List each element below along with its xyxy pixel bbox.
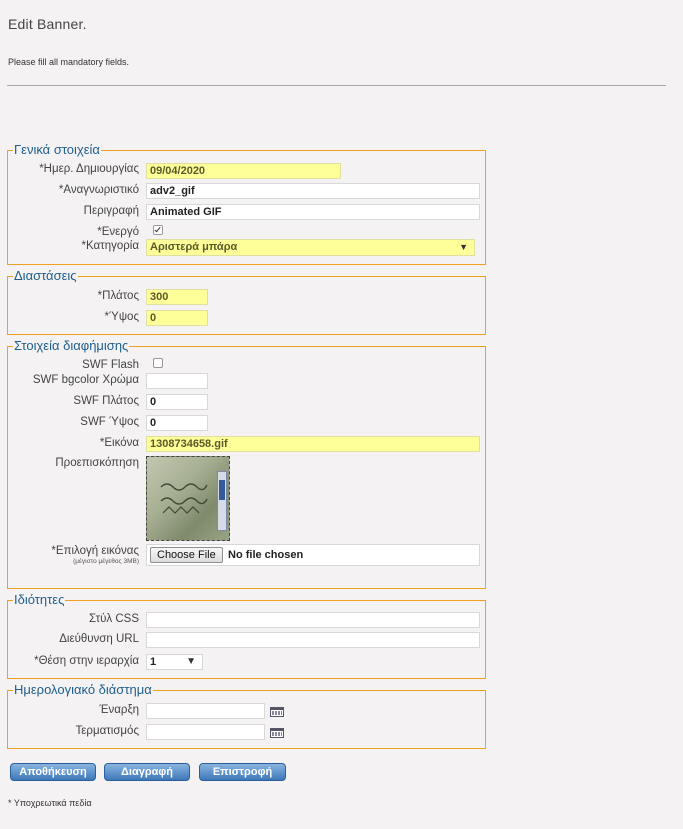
position-select[interactable]: 1 ▼	[146, 654, 203, 670]
end-date-label: Τερματισμός	[75, 725, 139, 737]
active-label: *Ενεργό	[97, 226, 139, 238]
delete-button[interactable]: Διαγραφή	[104, 763, 190, 781]
width-label: *Πλάτος	[97, 290, 139, 302]
banner-preview-image	[146, 456, 230, 541]
calendar-icon[interactable]	[270, 707, 284, 717]
calendar-icon[interactable]	[270, 728, 284, 738]
ad-fieldset: Στοιχεία διαφήμισης SWF Flash SWF bgcolo…	[7, 338, 486, 589]
category-label: *Κατηγορία	[81, 240, 139, 252]
start-date-label: Έναρξη	[99, 704, 139, 716]
mandatory-notice: Please fill all mandatory fields.	[8, 57, 130, 67]
chevron-down-icon: ▼	[186, 656, 196, 667]
chevron-down-icon: ▼	[459, 242, 468, 252]
category-select-value: Αριστερά μπάρα	[150, 241, 238, 253]
swf-height-input[interactable]: 0	[146, 415, 208, 431]
dimensions-fieldset: Διαστάσεις *Πλάτος 300 *Ύψος 0	[7, 268, 486, 335]
swf-flash-checkbox[interactable]	[153, 358, 163, 368]
preview-label: Προεπισκόπηση	[55, 457, 139, 469]
image-field[interactable]: 1308734658.gif	[146, 436, 480, 452]
css-style-input[interactable]	[146, 612, 480, 628]
identifier-label: *Αναγνωριστικό	[58, 184, 139, 196]
ad-legend: Στοιχεία διαφήμισης	[13, 338, 130, 354]
description-input[interactable]: Animated GIF	[146, 204, 480, 220]
swf-bgcolor-input[interactable]	[146, 373, 208, 389]
category-select[interactable]: Αριστερά μπάρα ▼	[146, 239, 475, 256]
description-label: Περιγραφή	[83, 205, 139, 217]
save-button[interactable]: Αποθήκευση	[10, 763, 96, 781]
swf-height-label: SWF Ύψος	[80, 416, 139, 428]
height-input[interactable]: 0	[146, 310, 208, 326]
choose-file-button[interactable]: Choose File	[150, 547, 223, 563]
end-date-input[interactable]	[146, 724, 265, 740]
general-legend: Γενικά στοιχεία	[13, 142, 101, 158]
start-date-input[interactable]	[146, 703, 265, 719]
width-input[interactable]: 300	[146, 289, 208, 305]
css-style-label: Στύλ CSS	[89, 613, 139, 625]
properties-legend: Ιδιότητες	[13, 592, 66, 608]
divider	[7, 85, 666, 86]
active-checkbox[interactable]	[153, 225, 163, 235]
swf-width-input[interactable]: 0	[146, 394, 208, 410]
created-date-label: *Ημερ. Δημιουργίας	[39, 163, 139, 175]
preview-scrollbar	[217, 471, 227, 531]
properties-fieldset: Ιδιότητες Στύλ CSS Διεύθυνση URL *Θέση σ…	[7, 592, 486, 679]
url-label: Διεύθυνση URL	[59, 633, 139, 645]
select-image-label: *Επιλογή εικόνας	[51, 545, 139, 557]
height-label: *Ύψος	[104, 311, 139, 323]
swf-bgcolor-label: SWF bgcolor Χρώμα	[32, 374, 139, 386]
identifier-input[interactable]: adv2_gif	[146, 183, 480, 199]
image-label: *Εικόνα	[99, 437, 139, 449]
banner-preview-art	[160, 483, 208, 514]
general-fieldset: Γενικά στοιχεία *Ημερ. Δημιουργίας 09/04…	[7, 142, 486, 265]
url-input[interactable]	[146, 632, 480, 648]
schedule-legend: Ημερολογιακό διάστημα	[13, 682, 153, 698]
file-upload-field: Choose File No file chosen	[146, 544, 480, 566]
schedule-fieldset: Ημερολογιακό διάστημα Έναρξη Τερματισμός	[7, 682, 486, 749]
position-select-value: 1	[150, 656, 157, 668]
back-button[interactable]: Επιστροφή	[199, 763, 286, 781]
position-label: *Θέση στην ιεραρχία	[34, 655, 139, 667]
created-date-field[interactable]: 09/04/2020	[146, 163, 341, 179]
select-image-hint: (μέγιστο μέγεθος 3MB)	[73, 558, 139, 565]
dimensions-legend: Διαστάσεις	[13, 268, 78, 284]
no-file-text: No file chosen	[228, 549, 304, 561]
required-footnote: * Υποχρεωτικά πεδία	[8, 798, 92, 808]
swf-width-label: SWF Πλάτος	[73, 395, 139, 407]
swf-flash-label: SWF Flash	[82, 359, 139, 371]
page-title: Edit Banner.	[8, 16, 87, 32]
